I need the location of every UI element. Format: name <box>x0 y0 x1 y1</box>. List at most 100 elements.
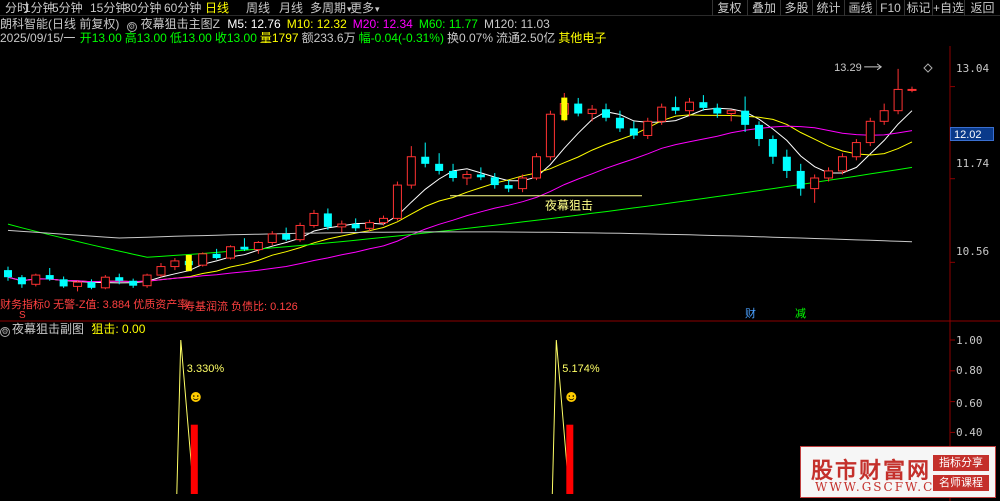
period-tab[interactable]: 周线 <box>246 0 270 16</box>
period-tab[interactable]: 30分钟 <box>124 0 161 16</box>
candlestick[interactable] <box>574 97 583 117</box>
candlestick[interactable] <box>851 139 861 161</box>
period-tab[interactable]: 更多▾ <box>350 0 380 16</box>
quote-item: 换0.07% <box>446 31 494 45</box>
candlestick[interactable] <box>4 266 12 281</box>
candlestick[interactable] <box>142 273 152 288</box>
candlestick[interactable] <box>545 110 555 161</box>
toolbar-button[interactable]: F10 <box>876 0 904 16</box>
candlestick[interactable] <box>31 273 41 287</box>
diamond-icon <box>923 63 933 73</box>
quote-info-row: 2025/09/15/一 开13.00 高13.00 低13.00 收13.00 量17… <box>0 31 613 46</box>
toolbar-button[interactable]: 多股 <box>780 0 812 16</box>
candlestick[interactable] <box>156 263 166 278</box>
candlestick[interactable] <box>87 279 96 290</box>
candlestick[interactable] <box>421 142 430 168</box>
candlestick[interactable] <box>17 275 26 288</box>
candlestick[interactable] <box>282 227 291 242</box>
candlestick[interactable] <box>449 163 458 182</box>
period-tab[interactable]: 多周期▾ <box>310 0 352 16</box>
candlestick[interactable] <box>643 117 653 140</box>
candlestick[interactable] <box>406 146 416 189</box>
candlestick[interactable] <box>504 180 513 193</box>
period-tab[interactable]: 1分钟 <box>24 0 55 16</box>
toolbar-button[interactable]: 返回 <box>964 0 1000 16</box>
candlestick[interactable] <box>490 173 499 189</box>
candlestick[interactable] <box>893 68 903 115</box>
candlestick[interactable] <box>170 258 180 271</box>
toolbar-button[interactable]: 叠加 <box>747 0 780 16</box>
candlestick[interactable] <box>768 135 777 164</box>
candlestick[interactable] <box>879 103 889 125</box>
sub-tick-label: 0.60 <box>956 397 983 410</box>
candlestick[interactable] <box>73 280 83 292</box>
candlestick[interactable] <box>45 267 54 281</box>
candlestick[interactable] <box>351 218 360 232</box>
candlestick[interactable] <box>657 103 667 125</box>
period-tab[interactable]: 60分钟 <box>164 0 201 16</box>
candlestick[interactable] <box>100 275 110 290</box>
candlestick[interactable] <box>602 103 611 122</box>
candlestick[interactable] <box>240 238 249 251</box>
quote-item: 高13.00 <box>124 31 167 45</box>
candlestick[interactable] <box>782 149 791 178</box>
candlestick[interactable] <box>837 153 847 175</box>
moving-average-line <box>7 166 913 258</box>
moving-average-line <box>7 229 913 243</box>
quote-item: 幅-0.04(-0.31%) <box>358 31 444 45</box>
candlestick[interactable] <box>323 208 332 230</box>
quote-values: 开13.00 高13.00 低13.00 收13.00 量1797 额233.6万 幅-0.… <box>80 31 610 45</box>
watermark-tag: 名师课程 <box>933 475 989 491</box>
candlestick[interactable] <box>129 278 138 288</box>
period-tab[interactable]: 15分钟 <box>90 0 127 16</box>
ma-legend-item: M20: 12.34 <box>352 17 413 31</box>
main-kline-chart[interactable]: 夜幕狙击 13.29 财务指标0 无警-Z值: 3.884 优质资产率寿基润流 负债… <box>0 46 1000 322</box>
candlestick[interactable] <box>865 117 875 147</box>
price-tick-label: 13.04 <box>956 62 990 75</box>
candlestick[interactable] <box>671 96 680 115</box>
ma-legend-item: M120: 11.03 <box>483 17 550 31</box>
toolbar-button[interactable]: +自选 <box>932 0 964 16</box>
candlestick[interactable] <box>531 153 541 181</box>
financial-info-text-2: 寿基润流 负债比: 0.126 <box>184 299 298 313</box>
candlestick[interactable] <box>365 219 375 232</box>
candlestick[interactable] <box>59 276 68 288</box>
candlestick[interactable] <box>198 252 208 267</box>
sub-tick-label: 1.00 <box>956 334 983 347</box>
sub-title[interactable]: 夜幕狙击副图 <box>12 322 84 336</box>
candlestick[interactable] <box>267 231 277 246</box>
candlestick[interactable] <box>462 170 472 186</box>
candlestick[interactable] <box>337 220 347 233</box>
candlestick[interactable] <box>253 241 263 254</box>
candlestick[interactable] <box>309 209 319 228</box>
period-tab[interactable]: 5分钟 <box>52 0 83 16</box>
candlestick[interactable] <box>392 181 402 221</box>
candlestick[interactable] <box>684 97 694 117</box>
quote-item: 低13.00 <box>169 31 212 45</box>
candlestick[interactable] <box>587 105 597 122</box>
stock-name[interactable]: 朗科智能(日线 前复权) <box>0 17 119 31</box>
candlestick[interactable] <box>755 121 764 147</box>
toolbar-button[interactable]: 画线 <box>844 0 876 16</box>
toolbar-button[interactable]: 复权 <box>712 0 746 16</box>
period-tab[interactable]: 月线 <box>279 0 303 16</box>
candlestick[interactable] <box>741 96 750 132</box>
candlestick[interactable] <box>907 86 917 93</box>
sub-value: 狙击: 0.00 <box>91 322 146 336</box>
signal-bar <box>185 254 192 272</box>
indicator-name[interactable]: 夜幕狙击主图Z <box>141 17 220 31</box>
toolbar-button[interactable]: 标记 <box>904 0 932 16</box>
candlestick[interactable] <box>810 174 820 203</box>
period-tab[interactable]: 日线 <box>205 0 229 16</box>
candlestick[interactable] <box>212 248 221 260</box>
candlestick[interactable] <box>796 163 805 196</box>
toolbar-button[interactable]: 统计 <box>812 0 844 16</box>
candlestick[interactable] <box>435 153 444 175</box>
candlestick[interactable] <box>699 95 708 111</box>
reduce-marker: 减 <box>795 307 806 320</box>
candlestick[interactable] <box>629 121 638 140</box>
candlestick[interactable] <box>226 245 236 260</box>
main-info-row: 朗科智能(日线 前复权) ⚙ 夜幕狙击主图Z M5: 12.76 M10: 12.3… <box>0 17 560 32</box>
settings-circle-icon[interactable]: ⚙ <box>0 327 10 337</box>
candlestick[interactable] <box>295 222 305 242</box>
